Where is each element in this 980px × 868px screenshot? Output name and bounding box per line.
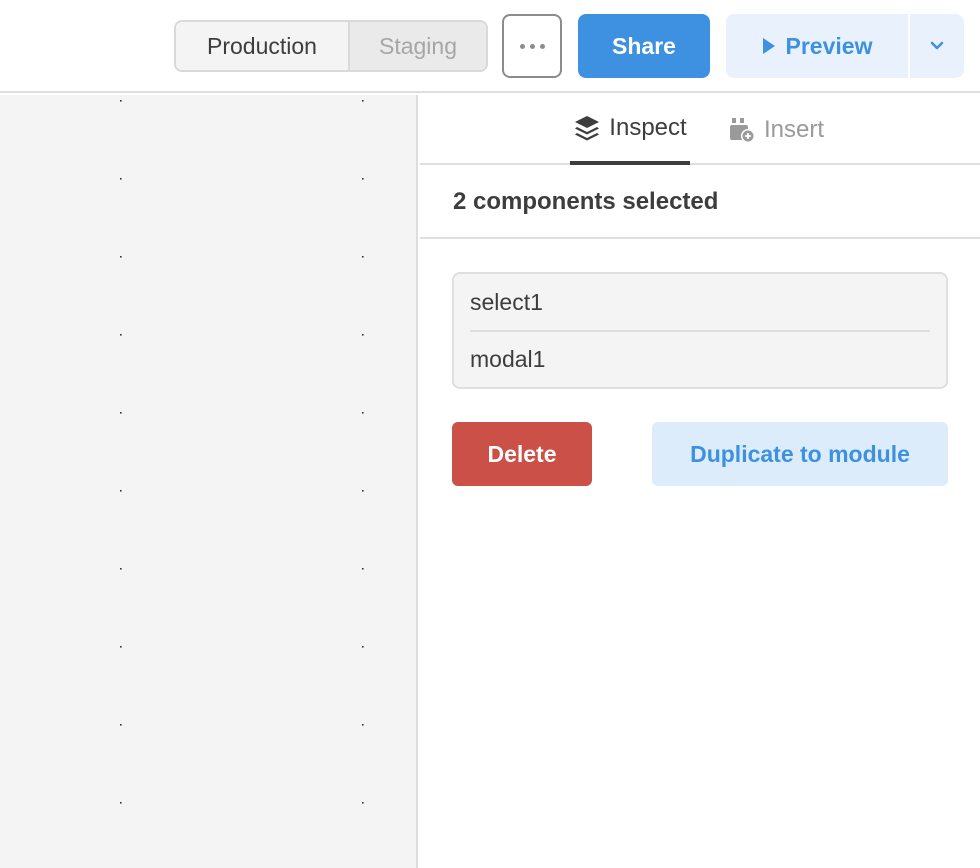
- grid-dot: [120, 490, 122, 492]
- selected-components-list: select1 modal1: [452, 272, 948, 389]
- more-horizontal-icon: [519, 43, 525, 49]
- chevron-down-icon: [930, 41, 944, 50]
- env-production-button[interactable]: Production: [176, 22, 350, 70]
- grid-dot: [120, 256, 122, 258]
- insert-component-icon: [730, 118, 755, 143]
- list-item-select1[interactable]: select1: [470, 274, 930, 330]
- duplicate-to-module-button[interactable]: Duplicate to module: [652, 422, 948, 486]
- tab-insert-label: Insert: [764, 116, 825, 143]
- editor-canvas[interactable]: [0, 95, 418, 868]
- grid-dot: [120, 334, 122, 336]
- grid-dot: [362, 490, 364, 492]
- play-icon: [762, 38, 775, 54]
- grid-dot: [362, 802, 364, 804]
- grid-dot: [120, 178, 122, 180]
- preview-label: Preview: [785, 32, 873, 59]
- environment-toggle: Production Staging: [174, 20, 488, 72]
- grid-dot: [120, 412, 122, 414]
- tab-insert[interactable]: Insert: [728, 95, 842, 165]
- preview-button-group: Preview: [726, 14, 964, 78]
- grid-dot: [362, 412, 364, 414]
- grid-dot: [120, 724, 122, 726]
- tab-inspect[interactable]: Inspect: [570, 95, 690, 165]
- preview-dropdown-button[interactable]: [910, 14, 964, 78]
- grid-dot: [362, 568, 364, 570]
- grid-dot: [362, 646, 364, 648]
- right-panel: Inspect Insert 2 components selected sel…: [420, 95, 980, 868]
- grid-dot: [362, 334, 364, 336]
- share-button[interactable]: Share: [578, 14, 710, 78]
- env-staging-button[interactable]: Staging: [350, 22, 486, 70]
- grid-dot: [120, 568, 122, 570]
- grid-dot: [120, 100, 122, 102]
- grid-dot: [362, 724, 364, 726]
- more-options-button[interactable]: [502, 14, 562, 78]
- grid-dot: [362, 100, 364, 102]
- grid-dot: [362, 178, 364, 180]
- panel-tabs: Inspect Insert: [420, 95, 980, 165]
- grid-dot: [120, 802, 122, 804]
- layers-icon: [575, 116, 600, 141]
- grid-dot: [362, 256, 364, 258]
- delete-button[interactable]: Delete: [452, 422, 592, 486]
- top-toolbar: Production Staging Share Preview: [0, 0, 980, 93]
- preview-button[interactable]: Preview: [726, 14, 910, 78]
- canvas-grid: [120, 100, 364, 804]
- tab-inspect-label: Inspect: [609, 114, 687, 141]
- list-item-modal1[interactable]: modal1: [470, 330, 930, 386]
- selection-title: 2 components selected: [420, 167, 980, 239]
- grid-dot: [120, 646, 122, 648]
